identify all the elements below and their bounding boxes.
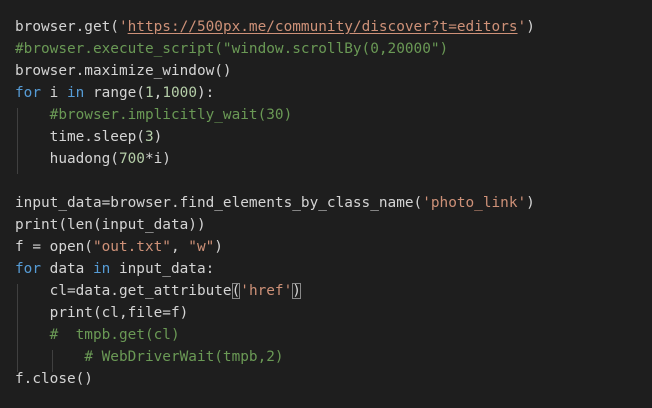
code-line[interactable]: browser.get('https://500px.me/community/… [15,16,535,38]
code-line[interactable]: for i in range(1,1000): [15,82,214,104]
code-token: 'photo_link' [422,195,527,211]
code-token: f = open( [15,239,93,255]
matched-bracket: ) [292,283,301,299]
code-line[interactable]: huadong(700*i) [15,148,171,170]
code-token: 3 [144,129,154,145]
code-token: time.sleep( [15,129,145,145]
code-line[interactable]: #browser.implicitly_wait(30) [15,104,293,126]
code-line[interactable]: f.close() [15,368,93,390]
code-line[interactable]: print(len(input_data)) [15,214,206,236]
code-token: #browser.execute_script("window.scrollBy… [15,41,449,57]
code-line[interactable]: # WebDriverWait(tmpb,2) [15,346,284,368]
code-line[interactable]: print(cl,file=f) [15,302,189,324]
code-token: ) [214,239,223,255]
code-token: ): [196,85,215,101]
code-token: *i) [144,151,171,167]
code-token: i [41,85,67,101]
code-line[interactable]: for data in input_data: [15,258,214,280]
code-token: ' [517,19,527,35]
code-token: input_data=browser.find_elements_by_clas… [15,195,423,211]
url-link[interactable]: https://500px.me/community/discover?t=ed… [128,19,518,35]
matched-bracket: ( [231,283,241,299]
code-token: # WebDriverWait(tmpb,2) [84,349,284,365]
code-token: 1000 [162,85,197,101]
code-token: #browser.implicitly_wait(30) [49,107,293,123]
code-token: # tmpb.get(cl) [49,327,180,343]
code-editor[interactable]: browser.get('https://500px.me/community/… [0,0,652,408]
code-token: browser.maximize_window() [15,63,232,79]
code-token: print(cl,file=f) [15,305,189,321]
code-token: data [41,261,93,277]
code-token: range( [84,85,145,101]
code-line[interactable]: input_data=browser.find_elements_by_clas… [15,192,535,214]
code-line[interactable]: f = open("out.txt", "w") [15,236,223,258]
code-token: 'href' [240,283,293,299]
code-token: browser.get( [15,19,119,35]
code-token: for [15,261,41,277]
code-token: in [67,85,85,101]
code-line[interactable]: cl=data.get_attribute('href') [15,280,301,302]
code-token: "w" [188,239,215,255]
code-line[interactable]: #browser.execute_script("window.scrollBy… [15,38,448,60]
code-line[interactable]: # tmpb.get(cl) [15,324,180,346]
code-token: in [92,261,111,277]
code-token: input_data: [110,261,215,277]
code-token: ' [118,19,128,35]
code-token: cl=data.get_attribute [15,283,232,299]
code-token: f.close() [15,371,93,387]
code-token: ) [526,195,535,211]
code-line[interactable]: time.sleep(3) [15,126,163,148]
code-line[interactable]: browser.maximize_window() [15,60,232,82]
code-token: 700 [118,151,145,167]
code-token: print(len(input_data)) [15,217,206,233]
code-token: ) [153,129,163,145]
code-token: for [15,85,41,101]
code-token: 1 [144,85,154,101]
code-token: , [170,239,189,255]
code-token: huadong( [15,151,119,167]
code-token: "out.txt" [92,239,171,255]
code-token: ) [526,19,535,35]
